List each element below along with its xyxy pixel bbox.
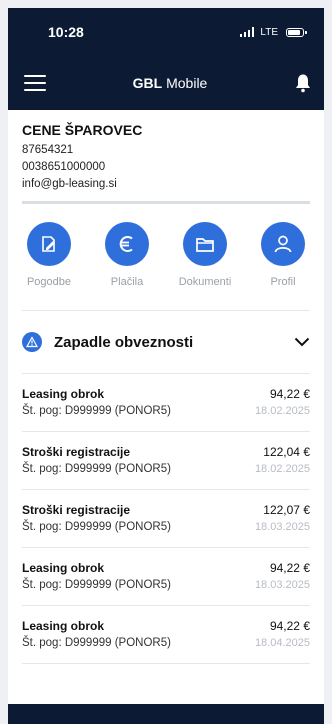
item-date: 18.04.2025 [254,637,310,649]
item-contract: Št. pog: D999999 (PONOR5) [22,463,171,475]
item-date: 18.03.2025 [254,579,310,591]
item-title: Stroški registracije [22,445,131,459]
euro-icon [105,222,149,266]
quick-action-contracts[interactable]: Pogodbe [16,222,82,288]
quick-action-profile[interactable]: Profil [250,222,316,288]
quick-action-documents[interactable]: Dokumenti [172,222,238,288]
network-type: LTE [260,26,278,38]
item-date: 18.03.2025 [254,521,310,533]
item-title: Leasing obrok [22,387,105,401]
status-time: 10:28 [48,24,84,40]
item-date: 18.02.2025 [254,463,310,475]
user-phone: 0038651000000 [22,161,106,173]
top-nav: GBL Mobile [8,56,324,110]
battery-icon [286,27,307,37]
item-amount: 122,07 € [263,503,310,517]
item-contract: Št. pog: D999999 (PONOR5) [22,579,171,591]
quick-action-label: Dokumenti [178,276,232,288]
bottom-bar [8,704,324,724]
section-title: Zapadle obveznosti [54,333,194,351]
app-title: GBL Mobile [133,75,208,91]
item-contract: Št. pog: D999999 (PONOR5) [22,405,171,417]
user-email: info@gb-leasing.si [22,178,117,190]
item-contract: Št. pog: D999999 (PONOR5) [22,521,171,533]
app-screen: 10:28 LTE GBL Mobile CENE ŠPAROVEC 87654… [8,8,324,724]
item-amount: 94,22 € [269,619,310,633]
signal-icon [239,27,255,37]
status-bar: 10:28 LTE [8,8,324,56]
list-item[interactable]: Stroški registracije 122,04 € Št. pog: D… [22,432,310,490]
menu-icon[interactable] [24,75,46,91]
item-title: Stroški registracije [22,503,131,517]
list-item[interactable]: Leasing obrok 94,22 € Št. pog: D999999 (… [22,374,310,432]
brand-suffix: Mobile [166,75,208,91]
user-name: CENE ŠPAROVEC [22,122,143,138]
user-card: CENE ŠPAROVEC 87654321 0038651000000 inf… [8,110,324,204]
chevron-down-icon[interactable] [294,337,310,347]
obligations-list: Leasing obrok 94,22 € Št. pog: D999999 (… [22,373,310,664]
quick-action-label: Pogodbe [26,276,72,288]
item-date: 18.02.2025 [254,405,310,417]
item-title: Leasing obrok [22,561,105,575]
list-item[interactable]: Leasing obrok 94,22 € Št. pog: D999999 (… [22,548,310,606]
list-item[interactable]: Leasing obrok 94,22 € Št. pog: D999999 (… [22,606,310,664]
user-icon [261,222,305,266]
item-contract: Št. pog: D999999 (PONOR5) [22,637,171,649]
status-indicators: LTE [239,26,307,38]
brand-name: GBL [132,75,163,91]
user-id: 87654321 [22,144,74,156]
item-amount: 122,04 € [263,445,310,459]
bell-icon[interactable] [294,73,312,93]
quick-action-label: Plačila [110,276,144,288]
folder-icon [183,222,227,266]
item-title: Leasing obrok [22,619,105,633]
list-item[interactable]: Stroški registracije 122,07 € Št. pog: D… [22,490,310,548]
warning-icon [22,332,42,352]
item-amount: 94,22 € [269,561,310,575]
quick-action-payments[interactable]: Plačila [94,222,160,288]
item-amount: 94,22 € [269,387,310,401]
contract-edit-icon [27,222,71,266]
overdue-section-header[interactable]: Zapadle obveznosti [8,311,324,373]
quick-actions: Pogodbe Plačila Dokumenti Profil [8,204,324,288]
quick-action-label: Profil [270,276,296,288]
